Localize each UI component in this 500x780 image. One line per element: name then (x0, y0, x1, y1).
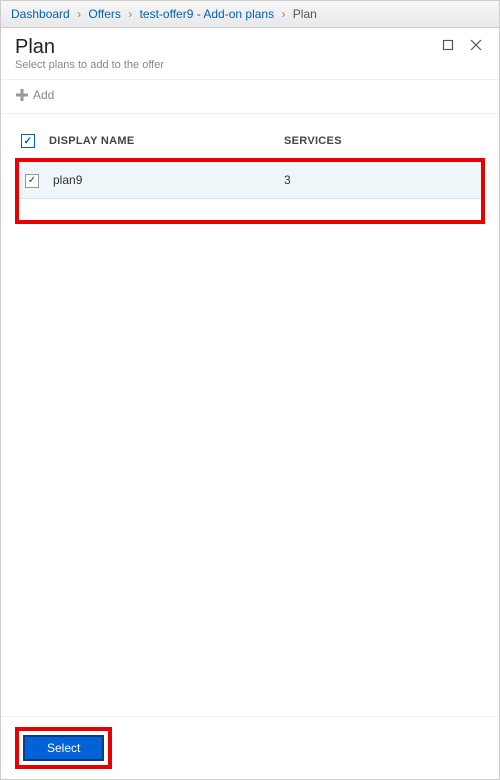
plans-table-header: ✓ DISPLAY NAME SERVICES (15, 128, 485, 154)
table-row[interactable]: ✓ plan9 3 (19, 162, 481, 198)
page-title: Plan (15, 36, 429, 59)
add-button-label: Add (33, 88, 54, 102)
column-header-services[interactable]: SERVICES (278, 128, 485, 154)
breadcrumb: Dashboard › Offers › test-offer9 - Add-o… (1, 1, 499, 28)
toolbar: Add (1, 80, 499, 114)
highlighted-select-annotation: Select (15, 727, 112, 769)
chevron-right-icon: › (128, 7, 132, 21)
cell-services: 3 (278, 162, 481, 198)
table-row-spacer (19, 198, 481, 220)
add-button[interactable]: Add (15, 88, 54, 102)
row-checkbox[interactable]: ✓ (25, 174, 39, 188)
close-button[interactable] (467, 36, 485, 54)
breadcrumb-test-offer9[interactable]: test-offer9 - Add-on plans (140, 7, 275, 21)
blade-header: Plan Select plans to add to the offer (1, 28, 499, 80)
plans-table-area: ✓ DISPLAY NAME SERVICES ✓ plan9 3 (1, 114, 499, 716)
cell-display-name: plan9 (47, 162, 278, 198)
close-icon (470, 39, 482, 51)
plus-icon (15, 88, 29, 102)
chevron-right-icon: › (77, 7, 81, 21)
maximize-icon (442, 39, 454, 51)
page-subtitle: Select plans to add to the offer (15, 59, 429, 71)
maximize-button[interactable] (439, 36, 457, 54)
column-header-display-name[interactable]: DISPLAY NAME (43, 128, 278, 154)
breadcrumb-dashboard[interactable]: Dashboard (11, 7, 70, 21)
breadcrumb-current: Plan (293, 7, 317, 21)
select-all-checkbox[interactable]: ✓ (21, 134, 35, 148)
breadcrumb-offers[interactable]: Offers (88, 7, 120, 21)
select-button[interactable]: Select (23, 735, 104, 761)
highlighted-row-annotation: ✓ plan9 3 (15, 158, 485, 224)
blade-footer: Select (1, 716, 499, 779)
chevron-right-icon: › (281, 7, 285, 21)
